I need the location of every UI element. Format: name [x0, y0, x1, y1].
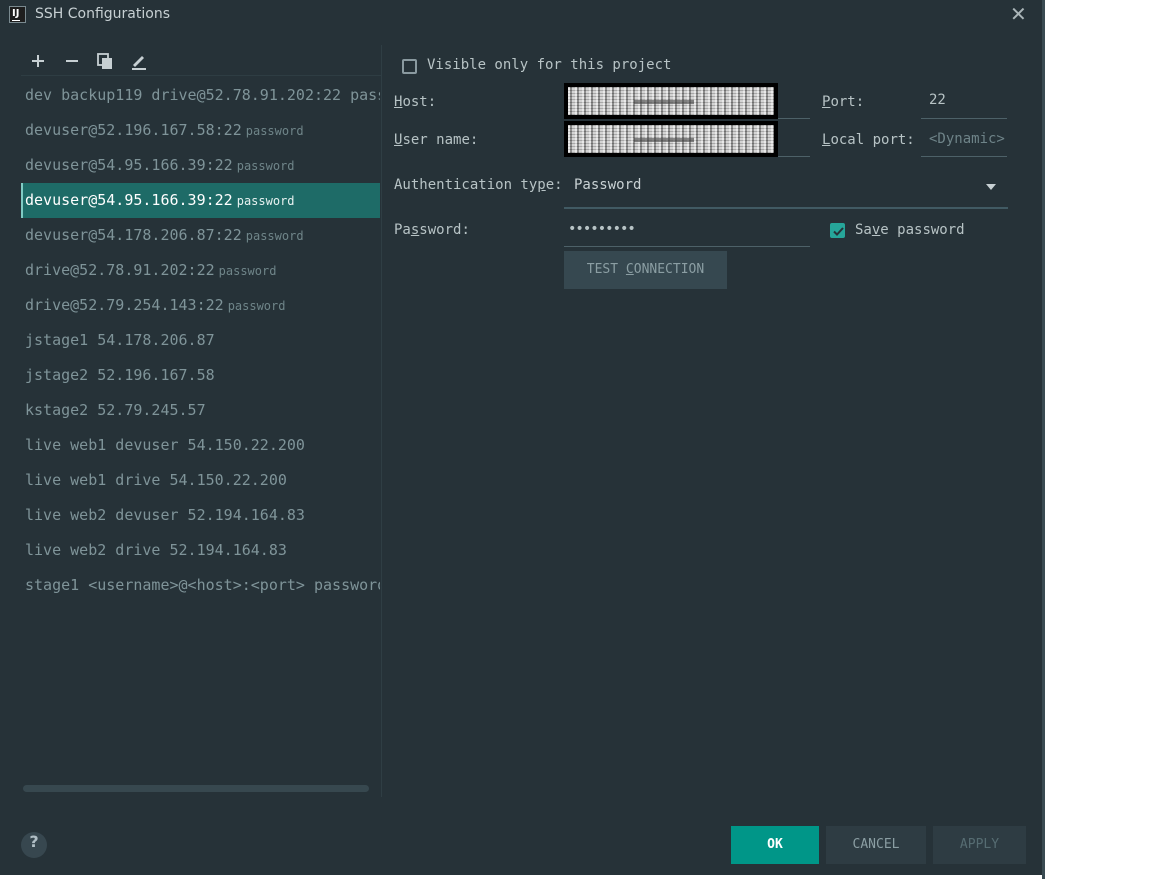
chevron-down-icon: [986, 184, 996, 190]
local-port-field[interactable]: <Dynamic>: [921, 121, 1007, 157]
list-item[interactable]: devuser@54.178.206.87:22 password: [21, 218, 380, 253]
plus-icon[interactable]: [28, 51, 48, 71]
list-item[interactable]: jstage2 52.196.167.58: [21, 358, 380, 393]
list-item[interactable]: live web1 devuser 54.150.22.200: [21, 428, 380, 463]
local-port-label: Local port:: [822, 132, 915, 148]
list-item[interactable]: dev backup119 drive@52.78.91.202:22 pass…: [21, 78, 380, 113]
host-field[interactable]: [564, 83, 810, 119]
password-label: Password:: [394, 222, 470, 238]
redacted-host-value: [564, 83, 778, 119]
password-field[interactable]: •••••••••: [564, 211, 810, 247]
port-field[interactable]: 22: [921, 83, 1007, 119]
visible-only-label: Visible only for this project: [427, 57, 672, 73]
port-label: Port:: [822, 94, 865, 110]
configurations-panel: dev backup119 drive@52.78.91.202:22 pass…: [21, 45, 382, 797]
help-icon[interactable]: ?: [21, 832, 47, 858]
close-icon[interactable]: ✕: [1010, 3, 1027, 25]
save-password-label: Save password: [855, 222, 965, 238]
redacted-user-value: [564, 121, 778, 157]
list-item[interactable]: stage1 <username>@<host>:<port> password: [21, 568, 380, 603]
list-item[interactable]: drive@52.78.91.202:22 password: [21, 253, 380, 288]
list-toolbar: [21, 45, 381, 76]
list-item[interactable]: kstage2 52.79.245.57: [21, 393, 380, 428]
cancel-button[interactable]: CANCEL: [826, 826, 926, 864]
save-password-checkbox[interactable]: [830, 223, 845, 238]
ok-button[interactable]: OK: [731, 826, 819, 864]
list-item[interactable]: live web2 drive 52.194.164.83: [21, 533, 380, 568]
connection-list: dev backup119 drive@52.78.91.202:22 pass…: [21, 78, 380, 603]
list-item[interactable]: jstage1 54.178.206.87: [21, 323, 380, 358]
host-label: Host:: [394, 94, 437, 110]
test-connection-button[interactable]: TEST CONNECTION: [564, 251, 727, 289]
visible-only-checkbox[interactable]: [402, 59, 417, 74]
list-item[interactable]: drive@52.79.254.143:22 password: [21, 288, 380, 323]
window-edge: [1042, 0, 1045, 879]
copy-icon[interactable]: [95, 51, 115, 71]
auth-type-label: Authentication type:: [394, 177, 563, 193]
minus-icon[interactable]: [62, 51, 82, 71]
ssh-configurations-dialog: IJ SSH Configurations ✕ dev backup119 dr…: [0, 0, 1042, 875]
horizontal-scrollbar[interactable]: [23, 785, 369, 792]
intellij-app-icon: IJ: [9, 6, 26, 23]
list-item[interactable]: live web1 drive 54.150.22.200: [21, 463, 380, 498]
title-bar: IJ SSH Configurations ✕: [0, 0, 1042, 29]
window-title: SSH Configurations: [35, 6, 170, 22]
user-name-field[interactable]: [564, 121, 810, 157]
auth-type-dropdown[interactable]: Password: [564, 166, 1008, 209]
user-name-label: User name:: [394, 132, 479, 148]
list-item[interactable]: live web2 devuser 52.194.164.83: [21, 498, 380, 533]
list-item[interactable]: devuser@52.196.167.58:22 password: [21, 113, 380, 148]
edit-icon[interactable]: [129, 51, 149, 71]
list-item-selected[interactable]: devuser@54.95.166.39:22 password: [21, 183, 380, 218]
list-item[interactable]: devuser@54.95.166.39:22 password: [21, 148, 380, 183]
apply-button[interactable]: APPLY: [933, 826, 1026, 864]
